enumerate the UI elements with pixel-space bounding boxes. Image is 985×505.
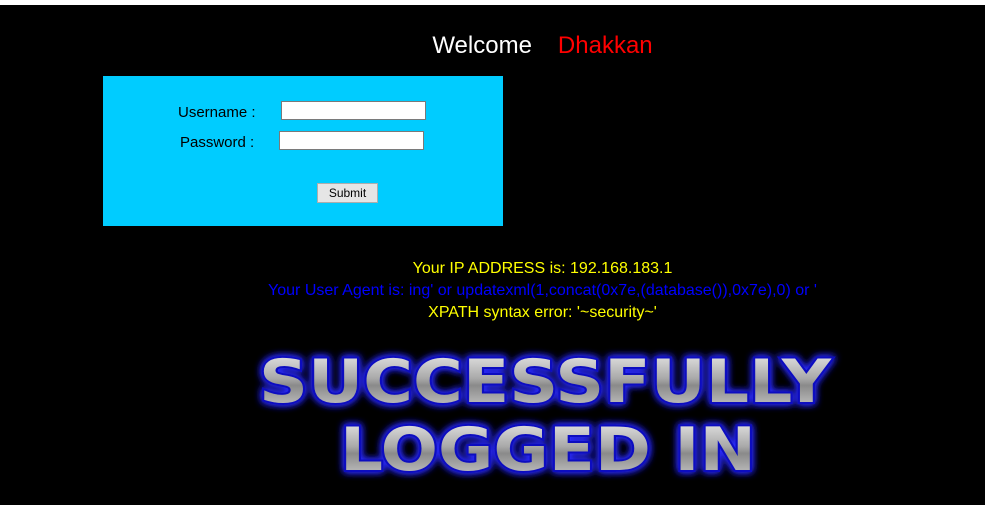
ip-address-text: Your IP ADDRESS is: 192.168.183.1 — [412, 260, 673, 277]
username-label: Username : — [178, 104, 256, 121]
username-input[interactable] — [281, 101, 426, 120]
successfully-logged-in-banner: SUCCESSFULLY LOGGED IN — [257, 345, 835, 485]
submit-button[interactable]: Submit — [317, 183, 378, 203]
user-agent-text: Your User Agent is: ing' or updatexml(1,… — [268, 282, 817, 299]
banner-line-1: SUCCESSFULLY — [259, 347, 833, 417]
password-input[interactable] — [279, 131, 424, 150]
username-highlight: Dhakkan — [557, 32, 653, 59]
login-form: Username : Password : Submit — [103, 76, 503, 226]
page: Welcome Dhakkan Username : Password : Sub… — [0, 5, 985, 505]
welcome-text: Welcome — [432, 32, 532, 59]
banner-line-2: LOGGED IN — [340, 415, 756, 485]
password-label: Password : — [180, 134, 255, 151]
welcome-heading: Welcome Dhakkan — [0, 31, 985, 61]
xpath-error-text: XPATH syntax error: '~security~' — [428, 304, 657, 321]
